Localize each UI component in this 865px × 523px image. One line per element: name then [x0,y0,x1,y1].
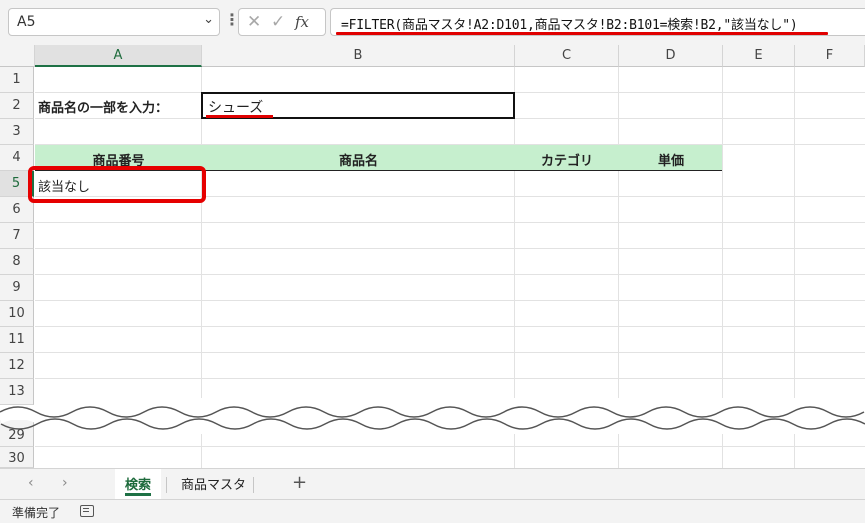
enter-check-icon[interactable]: ✓ [271,12,285,32]
gridline [794,434,795,468]
select-all-corner[interactable] [0,45,35,67]
gridline [35,248,865,249]
next-sheet-icon[interactable]: › [62,475,68,491]
row-header[interactable]: 9 [0,275,34,301]
row-header[interactable]: 30 [0,447,34,468]
tab-label: 商品マスタ [181,478,247,493]
search-input-cell[interactable]: シューズ [201,92,515,119]
insert-function-icon[interactable]: fx [295,13,309,31]
gridline [794,67,795,398]
row-header[interactable]: 12 [0,353,34,379]
column-header-c[interactable]: C [515,45,619,67]
formula-red-underline [336,32,828,35]
gridline [722,434,723,468]
tab-product-master[interactable]: 商品マスタ [171,469,256,499]
gridline [201,434,202,468]
prev-sheet-icon[interactable]: ‹ [28,475,34,491]
tab-label: 検索 [125,478,152,493]
header-product-name: 商品名 [338,154,378,169]
row-header[interactable]: 1 [0,67,34,93]
search-prompt-label: 商品名の一部を入力： [38,101,169,116]
sheet-tab-bar: ‹ › 検索 商品マスタ + [0,468,865,499]
header-category: カテゴリ [540,154,593,169]
name-box[interactable]: A5 ⌄ [8,8,220,36]
row-header[interactable]: 2 [0,93,34,119]
row-header[interactable]: 11 [0,327,34,353]
red-highlight-frame [28,166,206,203]
add-sheet-icon[interactable]: + [292,472,307,493]
tab-search[interactable]: 検索 [115,469,162,499]
gridline [35,446,865,447]
name-box-value: A5 [17,14,36,30]
gridline [514,434,515,468]
gridline [35,274,865,275]
gridline [618,434,619,468]
row-break-wave [0,406,865,430]
row-header[interactable]: 7 [0,223,34,249]
tab-divider [166,477,167,493]
active-tab-underline [125,493,152,496]
formula-input[interactable]: =FILTER(商品マスタ!A2:D101,商品マスタ!B2:B101=検索!B… [330,8,865,36]
formula-buttons: ✕ ✓ fx [238,8,326,36]
column-header-a[interactable]: A [35,45,202,67]
gridline [35,378,865,379]
gridline [722,67,723,398]
column-header-d[interactable]: D [619,45,723,67]
formula-bar-area: A5 ⌄ ⋮ ✕ ✓ fx =FILTER(商品マスタ!A2:D101,商品マス… [0,0,865,45]
row-header[interactable]: 3 [0,119,34,145]
status-text: 準備完了 [12,506,61,520]
formula-text: =FILTER(商品マスタ!A2:D101,商品マスタ!B2:B101=検索!B… [341,18,798,33]
row-header[interactable]: 10 [0,301,34,327]
chevron-down-icon[interactable]: ⌄ [203,12,214,27]
gridline [35,300,865,301]
cancel-icon[interactable]: ✕ [247,12,261,32]
search-red-underline [206,115,273,118]
column-header-e[interactable]: E [723,45,795,67]
search-value: シューズ [208,100,264,116]
column-header-f[interactable]: F [795,45,865,67]
header-unit-price: 単価 [657,154,684,169]
tab-divider [253,477,254,493]
gridline [35,352,865,353]
gridline [618,67,619,398]
column-header-b[interactable]: B [202,45,515,67]
status-bar: 準備完了 [0,499,865,523]
accessibility-icon[interactable] [80,505,94,517]
row-header[interactable]: 8 [0,249,34,275]
gridline [35,222,865,223]
gridline [35,326,865,327]
